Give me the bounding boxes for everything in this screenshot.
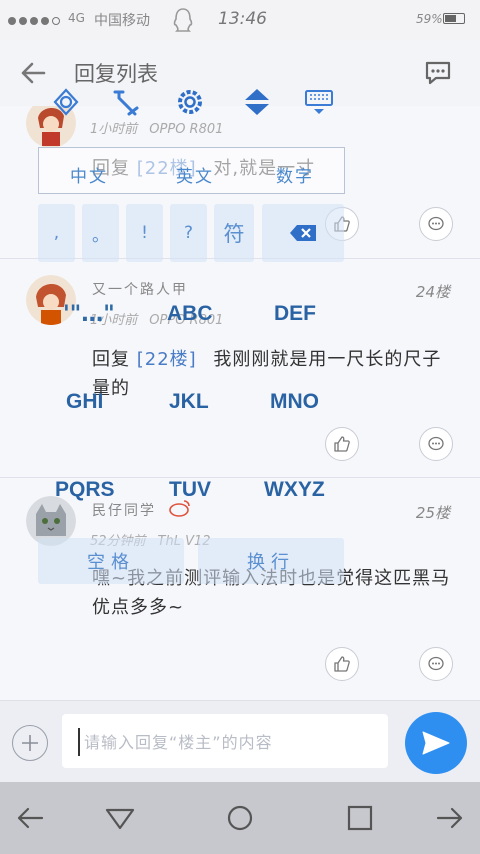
key-wxyz[interactable]: WXYZ	[264, 478, 325, 502]
square-recents-icon[interactable]	[344, 802, 376, 834]
page-title: 回复列表	[74, 62, 158, 86]
settings-gear-icon[interactable]	[50, 86, 82, 118]
list-item: 民仔同学 25楼 52分钟前ThL V12 嘿~我之前测评输入法时也是觉得这匹黑…	[0, 477, 480, 700]
mode-chinese-key[interactable]: 中文	[70, 162, 108, 187]
backspace-key[interactable]	[262, 204, 344, 262]
post-time: 1小时前	[90, 122, 138, 137]
reply-input[interactable]	[78, 728, 378, 756]
gear-icon[interactable]	[174, 86, 206, 118]
add-attachment-button[interactable]	[12, 725, 48, 761]
keyboard-hide-icon[interactable]	[303, 86, 335, 118]
triangle-back-icon[interactable]	[104, 802, 136, 834]
key-mno[interactable]: MNO	[270, 390, 319, 414]
mode-number-key[interactable]: 数字	[276, 162, 314, 187]
up-down-arrows-icon[interactable]	[241, 86, 273, 118]
system-nav-bar	[0, 782, 480, 854]
network-type: 4G	[68, 11, 85, 25]
qq-penguin-icon	[173, 8, 193, 32]
key-pqrs[interactable]: PQRS	[55, 478, 115, 502]
post-body: 回复 [22楼] 对,就是一寸	[92, 154, 458, 183]
thumbs-up-icon	[334, 656, 350, 672]
battery-icon	[443, 13, 465, 24]
plus-icon	[22, 735, 38, 751]
username[interactable]: 又一个路人甲	[92, 279, 188, 299]
reply-input-wrapper	[62, 714, 388, 768]
reply-composer	[0, 700, 480, 782]
floor-reference-link[interactable]: [22楼]	[137, 349, 197, 370]
comma-key[interactable]: ,	[38, 204, 75, 262]
arrow-right-icon[interactable]	[434, 802, 466, 834]
battery-percent: 59%	[416, 12, 443, 26]
newline-key[interactable]: 换行	[198, 538, 344, 584]
signal-strength-icon	[8, 13, 63, 29]
exclamation-key[interactable]: !	[126, 204, 163, 262]
key-abc[interactable]: ABC	[167, 302, 213, 326]
chat-bubble-icon[interactable]	[424, 60, 452, 86]
send-button[interactable]	[405, 712, 467, 774]
post-device: OPPO R801	[149, 122, 224, 137]
key-jkl[interactable]: JKL	[169, 390, 209, 414]
floor-number: 25楼	[415, 504, 450, 522]
reply-prefix: 回复	[92, 349, 130, 370]
mode-english-key[interactable]: 英文	[176, 162, 214, 187]
key-tuv[interactable]: TUV	[169, 478, 211, 502]
carrier-name: 中国移动	[94, 13, 150, 29]
like-button[interactable]	[325, 647, 359, 681]
arrow-left-icon[interactable]	[14, 802, 46, 834]
clock: 13:46	[218, 9, 267, 29]
send-icon	[422, 731, 450, 755]
question-key[interactable]: ?	[170, 204, 207, 262]
quote-key[interactable]: '"…"	[63, 302, 115, 327]
cursor-move-icon[interactable]	[109, 86, 141, 118]
post-meta: 1小时前 OPPO R801	[90, 118, 223, 137]
comment-bubble-icon	[428, 656, 444, 671]
key-def[interactable]: DEF	[274, 302, 316, 326]
comment-button[interactable]	[419, 647, 453, 681]
symbol-key[interactable]: 符	[214, 204, 254, 262]
comment-button[interactable]	[419, 427, 453, 461]
comment-bubble-icon	[428, 216, 444, 231]
period-key[interactable]: 。	[82, 204, 119, 262]
backspace-icon	[290, 225, 316, 241]
arrow-left-icon[interactable]	[18, 58, 48, 88]
username[interactable]: 民仔同学	[92, 500, 156, 520]
circle-home-icon[interactable]	[224, 802, 256, 834]
comment-bubble-icon	[428, 436, 444, 451]
floor-number: 24楼	[415, 283, 450, 301]
key-ghi[interactable]: GHI	[66, 390, 103, 414]
like-button[interactable]	[325, 427, 359, 461]
status-bar: 4G 中国移动 13:46 59%	[0, 0, 480, 40]
thumbs-up-icon	[334, 436, 350, 452]
comment-button[interactable]	[419, 207, 453, 241]
space-key[interactable]: 空格	[38, 538, 184, 584]
list-item: 又一个路人甲 24楼 1小时前 OPPO R801 回复 [22楼] 我刚刚就是用…	[0, 258, 480, 477]
